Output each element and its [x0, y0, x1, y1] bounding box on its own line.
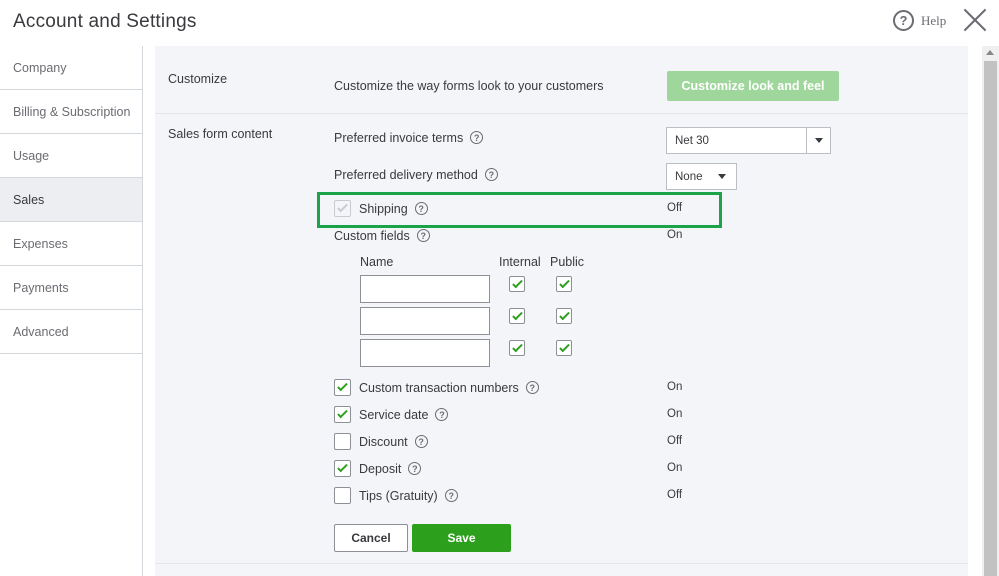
dropdown-arrow-icon — [806, 128, 830, 153]
question-icon[interactable]: ? — [416, 229, 430, 243]
service-date-status: On — [667, 408, 683, 420]
custom-field-internal-checkbox[interactable] — [509, 340, 525, 356]
sidebar-item-advanced[interactable]: Advanced — [0, 310, 142, 354]
sidebar-item-expenses[interactable]: Expenses — [0, 222, 142, 266]
custom-transaction-numbers-status: On — [667, 381, 683, 393]
help-icon: ? — [893, 10, 914, 31]
custom-field-internal-checkbox[interactable] — [509, 276, 525, 292]
scrollbar[interactable] — [982, 46, 999, 576]
scrollbar-thumb[interactable] — [984, 61, 997, 576]
discount-label: Discount? — [359, 435, 428, 449]
shipping-checkbox[interactable] — [334, 200, 351, 217]
tips-label: Tips (Gratuity)? — [359, 489, 458, 503]
custom-field-name-input[interactable] — [360, 339, 490, 367]
scroll-up-arrow-icon[interactable] — [986, 50, 994, 55]
sidebar-item-billing[interactable]: Billing & Subscription — [0, 90, 142, 134]
sidebar: Company Billing & Subscription Usage Sal… — [0, 46, 143, 576]
custom-field-name-input[interactable] — [360, 275, 490, 303]
invoice-terms-select[interactable]: Net 30 — [666, 127, 831, 154]
deposit-label: Deposit? — [359, 462, 422, 476]
sidebar-item-usage[interactable]: Usage — [0, 134, 142, 178]
custom-field-public-checkbox[interactable] — [556, 340, 572, 356]
tips-checkbox[interactable] — [334, 487, 351, 504]
customize-description: Customize the way forms look to your cus… — [334, 79, 604, 93]
deposit-checkbox[interactable] — [334, 460, 351, 477]
custom-field-public-checkbox[interactable] — [556, 276, 572, 292]
question-icon[interactable]: ? — [444, 489, 458, 503]
custom-field-internal-checkbox[interactable] — [509, 308, 525, 324]
customize-look-button[interactable]: Customize look and feel — [667, 71, 839, 101]
dropdown-arrow-icon — [718, 174, 726, 179]
question-icon[interactable]: ? — [408, 462, 422, 476]
page-title: Account and Settings — [13, 11, 197, 32]
service-date-checkbox[interactable] — [334, 406, 351, 423]
sales-form-section-label: Sales form content — [168, 127, 273, 141]
delivery-method-select[interactable]: None — [666, 163, 737, 190]
save-button[interactable]: Save — [412, 524, 511, 552]
delivery-method-label: Preferred delivery method? — [334, 168, 498, 182]
invoice-terms-label: Preferred invoice terms? — [334, 131, 484, 145]
tips-status: Off — [667, 489, 683, 501]
custom-field-public-header: Public — [550, 255, 585, 269]
sidebar-item-payments[interactable]: Payments — [0, 266, 142, 310]
question-icon[interactable]: ? — [414, 435, 428, 449]
header: Account and Settings ? Help — [0, 0, 999, 46]
sidebar-item-company[interactable]: Company — [0, 46, 142, 90]
question-icon[interactable]: ? — [525, 381, 539, 395]
custom-field-internal-header: Internal — [499, 255, 541, 269]
divider — [155, 563, 968, 564]
help-button[interactable]: ? Help — [893, 10, 946, 31]
custom-transaction-numbers-checkbox[interactable] — [334, 379, 351, 396]
question-icon[interactable]: ? — [470, 131, 484, 145]
shipping-status: Off — [667, 202, 683, 214]
sidebar-item-sales[interactable]: Sales — [0, 178, 142, 222]
help-label: Help — [921, 12, 947, 28]
custom-field-name-input[interactable] — [360, 307, 490, 335]
deposit-status: On — [667, 462, 683, 474]
service-date-label: Service date? — [359, 408, 449, 422]
question-icon[interactable]: ? — [435, 408, 449, 422]
custom-fields-status: On — [667, 229, 683, 241]
shipping-label: Shipping? — [359, 202, 428, 216]
custom-field-public-checkbox[interactable] — [556, 308, 572, 324]
close-icon[interactable] — [962, 7, 988, 33]
question-icon[interactable]: ? — [484, 168, 498, 182]
custom-fields-label: Custom fields? — [334, 229, 430, 243]
discount-checkbox[interactable] — [334, 433, 351, 450]
discount-status: Off — [667, 435, 683, 447]
cancel-button[interactable]: Cancel — [334, 524, 408, 552]
custom-transaction-numbers-label: Custom transaction numbers? — [359, 381, 539, 395]
custom-field-name-header: Name — [360, 255, 394, 269]
invoice-terms-value: Net 30 — [675, 134, 709, 147]
customize-section-label: Customize — [168, 72, 228, 86]
question-icon[interactable]: ? — [414, 202, 428, 216]
delivery-method-value: None — [675, 170, 703, 183]
